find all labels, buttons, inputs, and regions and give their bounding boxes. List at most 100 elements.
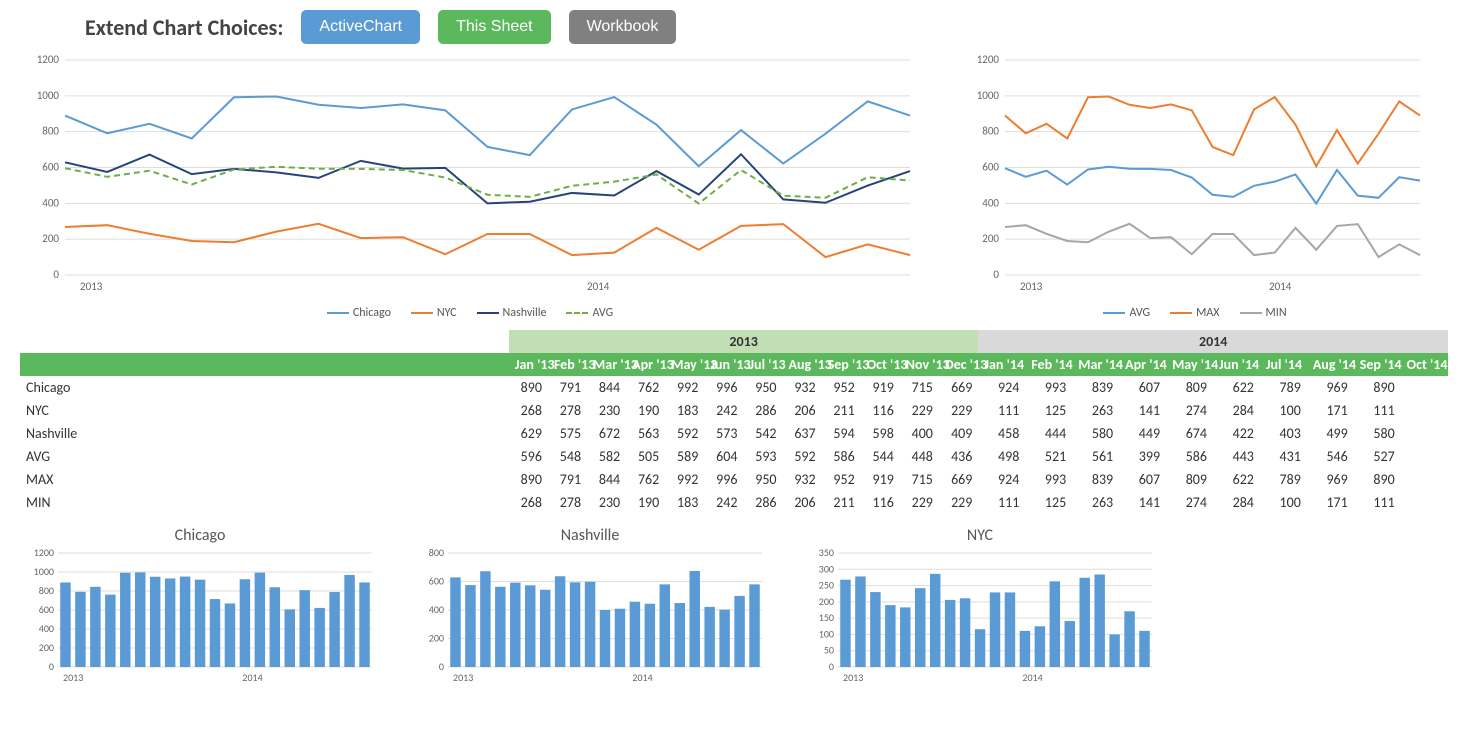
cell (1401, 491, 1448, 514)
svg-text:800: 800 (39, 584, 54, 597)
cell: 629 (509, 422, 548, 445)
cell: 582 (587, 445, 626, 468)
cell: 286 (743, 491, 782, 514)
cell: 573 (704, 422, 743, 445)
cell: 809 (1166, 376, 1213, 399)
cell: 622 (1213, 468, 1260, 491)
svg-text:400: 400 (39, 622, 54, 635)
cell: 890 (1354, 376, 1401, 399)
cell: 546 (1307, 445, 1354, 468)
cell: 190 (626, 491, 665, 514)
svg-text:400: 400 (429, 603, 444, 616)
cell: 589 (665, 445, 704, 468)
svg-text:300: 300 (819, 562, 834, 575)
cell: 844 (587, 468, 626, 491)
cell: 422 (1213, 422, 1260, 445)
activechart-button[interactable]: ActiveChart (301, 10, 420, 44)
cell: 100 (1260, 491, 1307, 514)
top-chart-stats[interactable]: 02004006008001000120020132014 AVGMAXMIN (960, 50, 1430, 320)
svg-text:1000: 1000 (977, 89, 1000, 102)
row-label: Nashville (20, 422, 509, 445)
cell: 278 (548, 491, 587, 514)
cell: 399 (1119, 445, 1166, 468)
svg-text:0: 0 (439, 660, 444, 673)
cell: 116 (861, 399, 900, 422)
thissheet-button[interactable]: This Sheet (438, 10, 550, 44)
svg-text:1200: 1200 (34, 547, 54, 559)
cell: 993 (1025, 376, 1072, 399)
cell: 715 (900, 376, 939, 399)
cell: 242 (704, 399, 743, 422)
bar-chart-chicago[interactable]: Chicago 02004006008001000120020132014 (20, 526, 380, 691)
bar-chart-nashville[interactable]: Nashville 020040060080020132014 (410, 526, 770, 691)
svg-text:200: 200 (39, 641, 54, 654)
cell: 598 (861, 422, 900, 445)
cell: 890 (509, 376, 548, 399)
cell: 580 (1354, 422, 1401, 445)
cell: 672 (587, 422, 626, 445)
cell: 141 (1119, 399, 1166, 422)
cell: 449 (1119, 422, 1166, 445)
row-label: NYC (20, 399, 509, 422)
svg-text:600: 600 (39, 603, 54, 616)
cell: 791 (548, 468, 587, 491)
cell: 544 (861, 445, 900, 468)
cell: 111 (978, 491, 1025, 514)
bar-chart-nyc[interactable]: NYC 05010015020025030035020132014 (800, 526, 1160, 691)
cell: 190 (626, 399, 665, 422)
cell: 839 (1072, 468, 1119, 491)
legend-cities: ChicagoNYCNashvilleAVG (20, 306, 920, 320)
svg-text:1000: 1000 (37, 89, 60, 102)
cell: 993 (1025, 468, 1072, 491)
bar-title-nashville: Nashville (410, 526, 770, 545)
cell: 791 (548, 376, 587, 399)
svg-text:350: 350 (819, 547, 834, 559)
cell: 521 (1025, 445, 1072, 468)
top-chart-cities[interactable]: 02004006008001000120020132014 ChicagoNYC… (20, 50, 920, 320)
cell: 586 (1166, 445, 1213, 468)
svg-text:0: 0 (993, 268, 999, 281)
cell: 996 (704, 376, 743, 399)
cell: 932 (783, 468, 822, 491)
cell: 403 (1260, 422, 1307, 445)
cell: 409 (939, 422, 978, 445)
svg-text:2013: 2013 (63, 671, 83, 684)
row-label: AVG (20, 445, 509, 468)
cell: 111 (1354, 399, 1401, 422)
svg-text:200: 200 (982, 232, 999, 245)
svg-text:200: 200 (429, 632, 444, 645)
page-title: Extend Chart Choices: (85, 14, 283, 41)
cell: 669 (939, 376, 978, 399)
cell: 594 (822, 422, 861, 445)
svg-text:400: 400 (982, 196, 999, 209)
cell: 229 (939, 399, 978, 422)
cell: 505 (626, 445, 665, 468)
svg-text:200: 200 (42, 232, 59, 245)
svg-text:200: 200 (819, 595, 834, 608)
cell: 596 (509, 445, 548, 468)
svg-text:2014: 2014 (242, 671, 262, 684)
cell: 444 (1025, 422, 1072, 445)
svg-text:2013: 2013 (80, 280, 103, 293)
cell: 111 (978, 399, 1025, 422)
cell (1401, 399, 1448, 422)
cell: 762 (626, 468, 665, 491)
cell: 229 (900, 399, 939, 422)
cell: 278 (548, 399, 587, 422)
cell: 919 (861, 376, 900, 399)
cell: 400 (900, 422, 939, 445)
cell: 284 (1213, 399, 1260, 422)
workbook-button[interactable]: Workbook (569, 10, 677, 44)
svg-text:1200: 1200 (977, 53, 1000, 66)
cell: 969 (1307, 468, 1354, 491)
cell: 206 (783, 399, 822, 422)
cell: 950 (743, 468, 782, 491)
cell: 992 (665, 376, 704, 399)
cell: 932 (783, 376, 822, 399)
cell: 230 (587, 491, 626, 514)
cell: 789 (1260, 468, 1307, 491)
cell: 561 (1072, 445, 1119, 468)
svg-text:600: 600 (429, 575, 444, 588)
cell: 100 (1260, 399, 1307, 422)
cell: 950 (743, 376, 782, 399)
